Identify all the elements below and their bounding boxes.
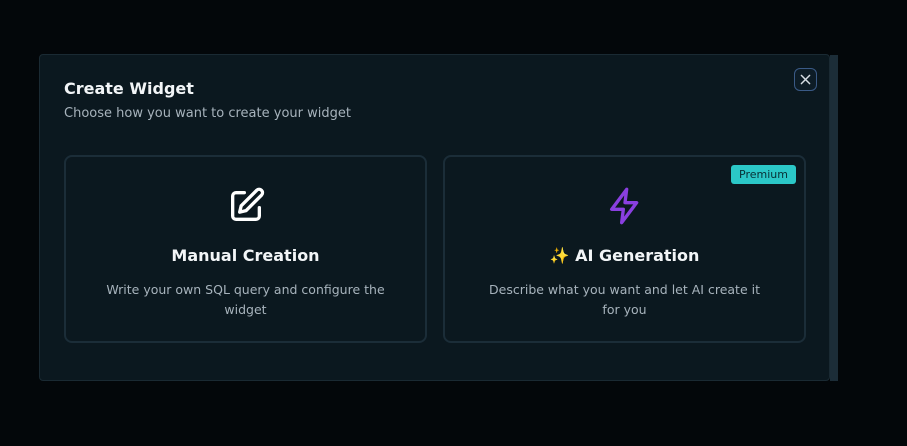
modal-scrollbar[interactable] [830,55,838,381]
edit-icon [225,185,267,227]
create-widget-modal: Create Widget Choose how you want to cre… [39,54,830,381]
modal-title: Create Widget [64,79,194,98]
manual-creation-title: Manual Creation [171,246,320,265]
ai-generation-title: ✨ AI Generation [549,246,700,265]
manual-creation-card[interactable]: Manual Creation Write your own SQL query… [64,155,427,343]
ai-generation-description: Describe what you want and let AI create… [489,282,760,317]
close-icon [800,74,811,85]
modal-subtitle: Choose how you want to create your widge… [64,106,351,121]
lightning-icon [604,185,646,227]
premium-badge: Premium [731,165,796,184]
ai-generation-card[interactable]: Premium ✨ AI Generation Describe what yo… [443,155,806,343]
manual-creation-description: Write your own SQL query and configure t… [106,282,385,317]
close-button[interactable] [794,68,817,91]
